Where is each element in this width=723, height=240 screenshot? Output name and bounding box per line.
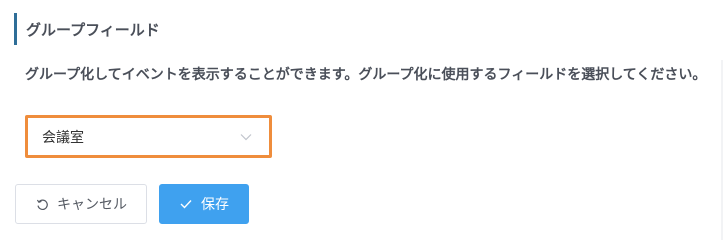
cancel-button-label: キャンセル xyxy=(57,196,127,212)
check-icon xyxy=(179,197,193,211)
group-field-settings: グループフィールド グループ化してイベントを表示することができます。グループ化に… xyxy=(0,0,723,240)
undo-icon xyxy=(35,197,49,211)
section-description: グループ化してイベントを表示することができます。グループ化に使用するフィールドを… xyxy=(25,66,707,82)
group-field-select[interactable]: 会議室 xyxy=(25,115,272,158)
section-title-accent-bar xyxy=(14,13,17,45)
cancel-button[interactable]: キャンセル xyxy=(15,184,147,224)
section-title: グループフィールド xyxy=(26,21,160,39)
group-field-select-value: 会議室 xyxy=(42,128,84,145)
section-header: グループフィールド xyxy=(14,13,160,45)
save-button-label: 保存 xyxy=(201,196,229,212)
chevron-down-icon xyxy=(239,130,253,144)
save-button[interactable]: 保存 xyxy=(159,184,249,224)
